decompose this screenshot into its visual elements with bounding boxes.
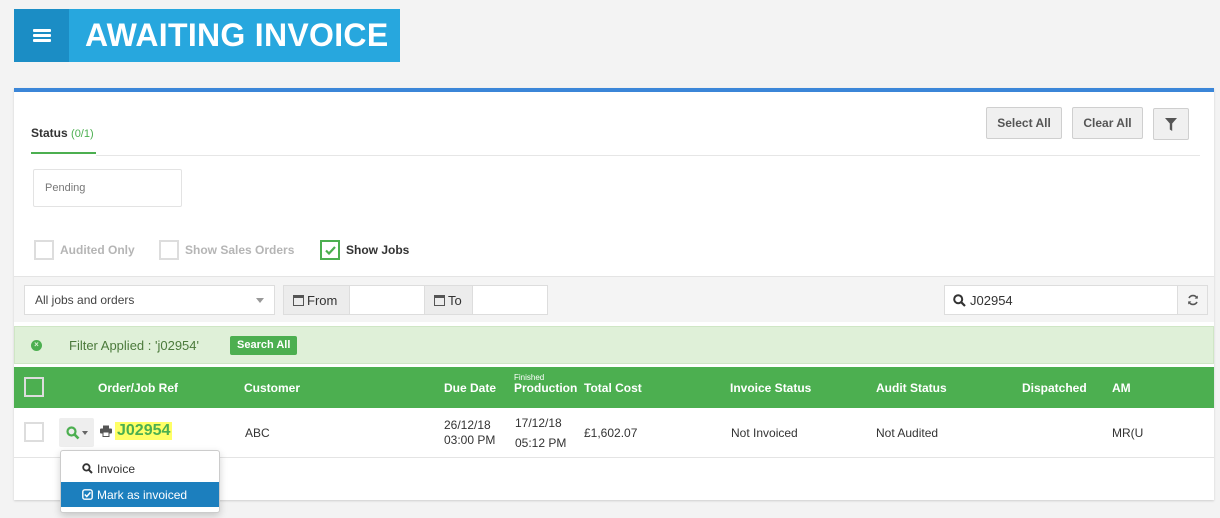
filter-applied-text: Filter Applied : 'j02954' bbox=[69, 337, 199, 353]
to-label-text: To bbox=[448, 292, 462, 308]
table-header: Order/Job Ref Customer Due Date Finished… bbox=[14, 367, 1214, 408]
menu-item-label: Mark as invoiced bbox=[97, 487, 188, 502]
cell-due-time: 03:00 PM bbox=[444, 433, 496, 447]
tab-status-label: Status bbox=[31, 126, 68, 140]
cell-audit-status: Not Audited bbox=[876, 426, 939, 440]
checkbox-show-jobs[interactable]: Show Jobs bbox=[320, 240, 409, 260]
status-option-pending[interactable]: Pending bbox=[33, 169, 182, 207]
job-type-selected: All jobs and orders bbox=[35, 293, 135, 307]
col-customer[interactable]: Customer bbox=[244, 381, 300, 395]
checkbox-show-sales-orders[interactable]: Show Sales Orders bbox=[159, 240, 294, 260]
search-icon bbox=[65, 425, 79, 439]
job-ref-link[interactable]: J02954 bbox=[115, 422, 173, 440]
to-date-label[interactable]: To bbox=[424, 285, 473, 315]
checkbox-label: Show Sales Orders bbox=[185, 243, 295, 257]
search-icon bbox=[82, 463, 93, 474]
filter-toggle-button[interactable] bbox=[1153, 108, 1189, 140]
from-date-input[interactable] bbox=[349, 285, 425, 315]
cell-production-date: 17/12/18 bbox=[515, 416, 562, 430]
row-actions-menu: Invoice Mark as invoiced bbox=[60, 450, 220, 513]
search-value: J02954 bbox=[970, 292, 1013, 308]
col-order-job-ref[interactable]: Order/Job Ref bbox=[98, 381, 178, 395]
col-dispatched[interactable]: Dispatched bbox=[1022, 381, 1087, 395]
main-panel: Status (0/1) Select All Clear All Pendin… bbox=[14, 88, 1214, 513]
calendar-icon bbox=[434, 294, 445, 306]
cell-production-time: 05:12 PM bbox=[515, 436, 567, 450]
calendar-icon bbox=[293, 294, 304, 306]
checkbox-audited-only[interactable]: Audited Only bbox=[34, 240, 135, 260]
col-total-cost[interactable]: Total Cost bbox=[584, 381, 642, 395]
printer-icon[interactable] bbox=[100, 425, 112, 437]
hamburger-icon bbox=[32, 29, 51, 42]
from-date-label[interactable]: From bbox=[283, 285, 350, 315]
col-audit-status[interactable]: Audit Status bbox=[876, 381, 947, 395]
select-all-rows-checkbox[interactable] bbox=[24, 377, 44, 397]
row-checkbox[interactable] bbox=[24, 422, 44, 442]
menu-item-label: Invoice bbox=[97, 461, 136, 476]
col-due-date[interactable]: Due Date bbox=[444, 381, 496, 395]
job-type-select[interactable]: All jobs and orders bbox=[24, 285, 275, 315]
refresh-button[interactable] bbox=[1177, 285, 1208, 315]
col-production[interactable]: Production bbox=[514, 381, 577, 395]
cell-due-date: 26/12/18 bbox=[444, 418, 491, 432]
col-invoice-status[interactable]: Invoice Status bbox=[730, 381, 811, 395]
refresh-icon bbox=[1187, 294, 1198, 306]
check-icon bbox=[324, 245, 336, 255]
caret-down-icon bbox=[81, 430, 88, 435]
select-all-button[interactable]: Select All bbox=[986, 107, 1062, 139]
checkbox-box[interactable] bbox=[159, 240, 179, 260]
check-square-icon bbox=[82, 489, 93, 500]
cell-total-cost: £1,602.07 bbox=[584, 426, 638, 440]
filter-applied-bar: × Filter Applied : 'j02954' Search All bbox=[14, 326, 1214, 364]
title-box: AWAITING INVOICE bbox=[69, 9, 400, 62]
cell-customer: ABC bbox=[245, 426, 270, 440]
checkbox-box-checked[interactable] bbox=[320, 240, 340, 260]
clear-all-button[interactable]: Clear All bbox=[1072, 107, 1143, 139]
chevron-down-icon bbox=[256, 298, 264, 303]
remove-filter-icon[interactable]: × bbox=[31, 339, 42, 351]
tab-status-count: (0/1) bbox=[71, 128, 94, 140]
search-input[interactable]: J02954 bbox=[944, 285, 1178, 315]
page-title: AWAITING INVOICE bbox=[85, 17, 389, 53]
search-all-button[interactable]: Search All bbox=[230, 335, 298, 355]
search-icon bbox=[953, 293, 966, 307]
filter-toolbar: All jobs and orders From To J02954 bbox=[14, 276, 1214, 322]
menu-item-invoice[interactable]: Invoice bbox=[61, 456, 219, 481]
row-actions-button[interactable] bbox=[59, 418, 94, 447]
tab-divider bbox=[96, 155, 1200, 156]
funnel-icon bbox=[1165, 117, 1177, 131]
page-header: AWAITING INVOICE bbox=[14, 9, 400, 62]
checkbox-box[interactable] bbox=[34, 240, 54, 260]
menu-item-mark-as-invoiced[interactable]: Mark as invoiced bbox=[61, 482, 219, 507]
cell-invoice-status: Not Invoiced bbox=[731, 426, 798, 440]
to-date-input[interactable] bbox=[472, 285, 548, 315]
checkbox-label: Show Jobs bbox=[346, 243, 410, 257]
from-label-text: From bbox=[307, 292, 338, 308]
menu-button[interactable] bbox=[14, 9, 69, 62]
checkbox-label: Audited Only bbox=[60, 243, 135, 257]
tab-status[interactable]: Status (0/1) bbox=[31, 126, 96, 154]
cell-am: MR(U bbox=[1112, 426, 1144, 440]
col-am[interactable]: AM bbox=[1112, 381, 1131, 395]
